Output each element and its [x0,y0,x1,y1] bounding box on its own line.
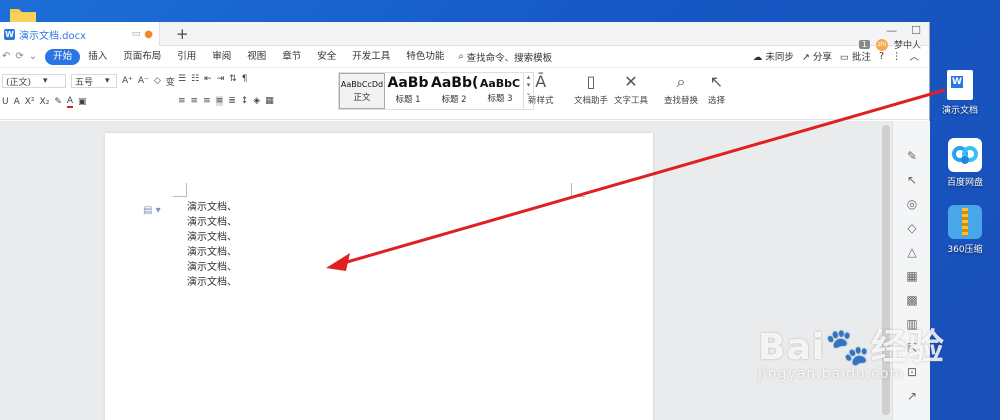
arrow-head [326,253,350,271]
arrow-shaft [339,88,946,266]
watermark-brand: Bai [758,327,826,368]
baidu-watermark: Bai🐾经验 jingyan.baidu.com [758,318,945,382]
paw-icon: 🐾 [825,327,871,368]
watermark-brand-suffix: 经验 [870,327,945,368]
